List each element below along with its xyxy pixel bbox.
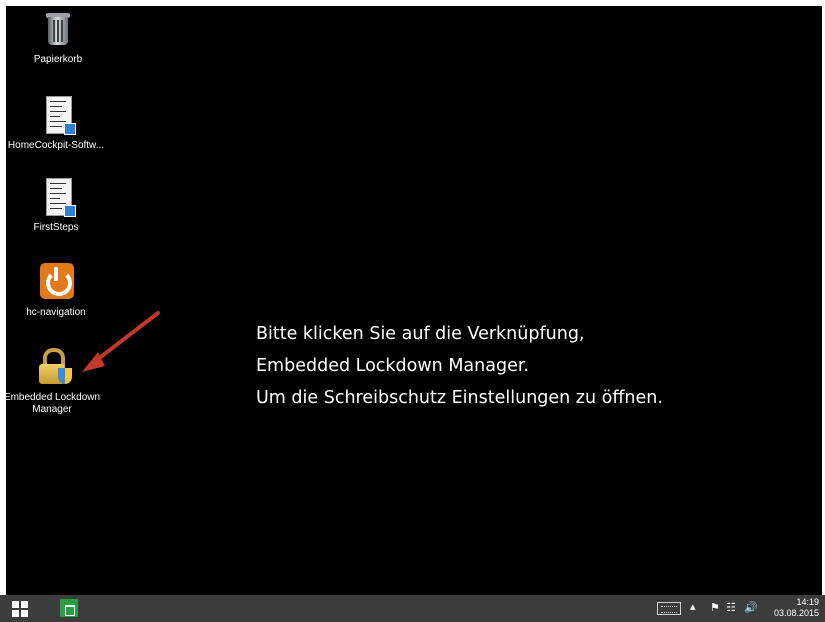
pointer-arrow <box>82 311 160 372</box>
chevron-up-icon[interactable]: ▴ <box>690 600 696 613</box>
keyboard-icon[interactable] <box>657 602 681 615</box>
instruction-line: Um die Schreibschutz Einstellungen zu öf… <box>256 388 663 408</box>
store-icon[interactable] <box>60 599 78 617</box>
clock-time: 14:19 <box>796 597 819 607</box>
instruction-line: Embedded Lockdown Manager. <box>256 356 529 376</box>
clock-date: 03.08.2015 <box>773 608 819 618</box>
flag-icon[interactable]: ⚑ <box>710 601 720 614</box>
instruction-text: Bitte klicken Sie auf die Verknüpfung, E… <box>256 318 663 414</box>
speaker-icon[interactable]: 🔊 <box>744 601 758 614</box>
desktop: Papierkorb HomeCockpit-Softw... FirstSte… <box>6 6 822 595</box>
taskbar: ▴ ⚑ ☷ 🔊 14:19 03.08.2015 <box>0 595 825 622</box>
instruction-line: Bitte klicken Sie auf die Verknüpfung, <box>256 324 585 344</box>
network-icon[interactable]: ☷ <box>726 601 736 614</box>
clock[interactable]: 14:19 03.08.2015 <box>774 597 819 619</box>
windows-start-icon[interactable] <box>12 601 28 617</box>
